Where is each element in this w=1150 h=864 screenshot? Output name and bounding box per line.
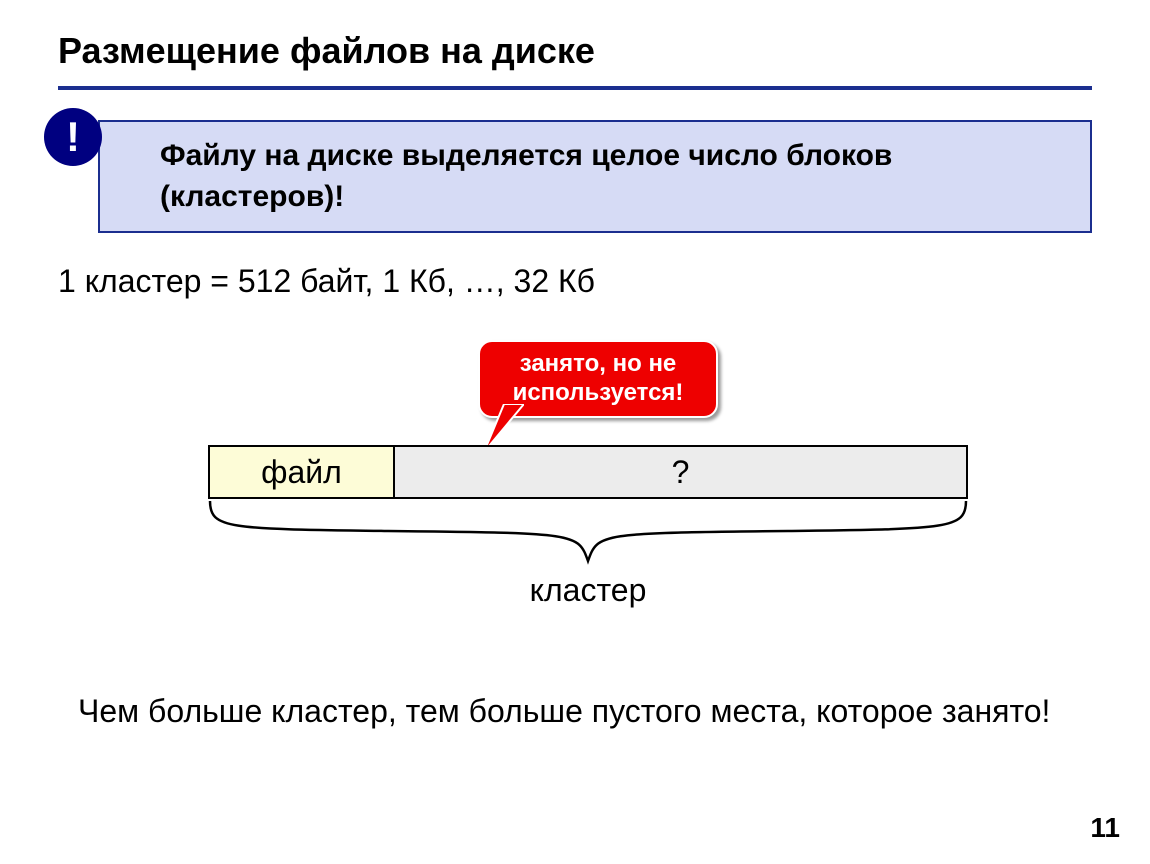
callout-text: Файлу на диске выделяется целое число бл…: [98, 120, 1092, 233]
info-callout: ! Файлу на диске выделяется целое число …: [58, 120, 1092, 233]
conclusion-text: Чем больше кластер, тем больше пустого м…: [58, 690, 1092, 733]
cluster-bar: файл ?: [208, 445, 968, 499]
bubble-line1: занято, но не: [492, 350, 704, 379]
cluster-sizes-text: 1 кластер = 512 байт, 1 Кб, …, 32 Кб: [58, 263, 1092, 300]
file-cell: файл: [208, 445, 393, 499]
page-number: 11: [1090, 812, 1120, 844]
exclamation-icon: !: [44, 108, 102, 166]
brace-icon: [208, 499, 968, 569]
slide-title: Размещение файлов на диске: [58, 30, 1092, 90]
cluster-brace-label: кластер: [208, 572, 968, 609]
cluster-diagram: занято, но не используется! файл ? класт…: [208, 340, 968, 640]
unused-cell: ?: [393, 445, 968, 499]
